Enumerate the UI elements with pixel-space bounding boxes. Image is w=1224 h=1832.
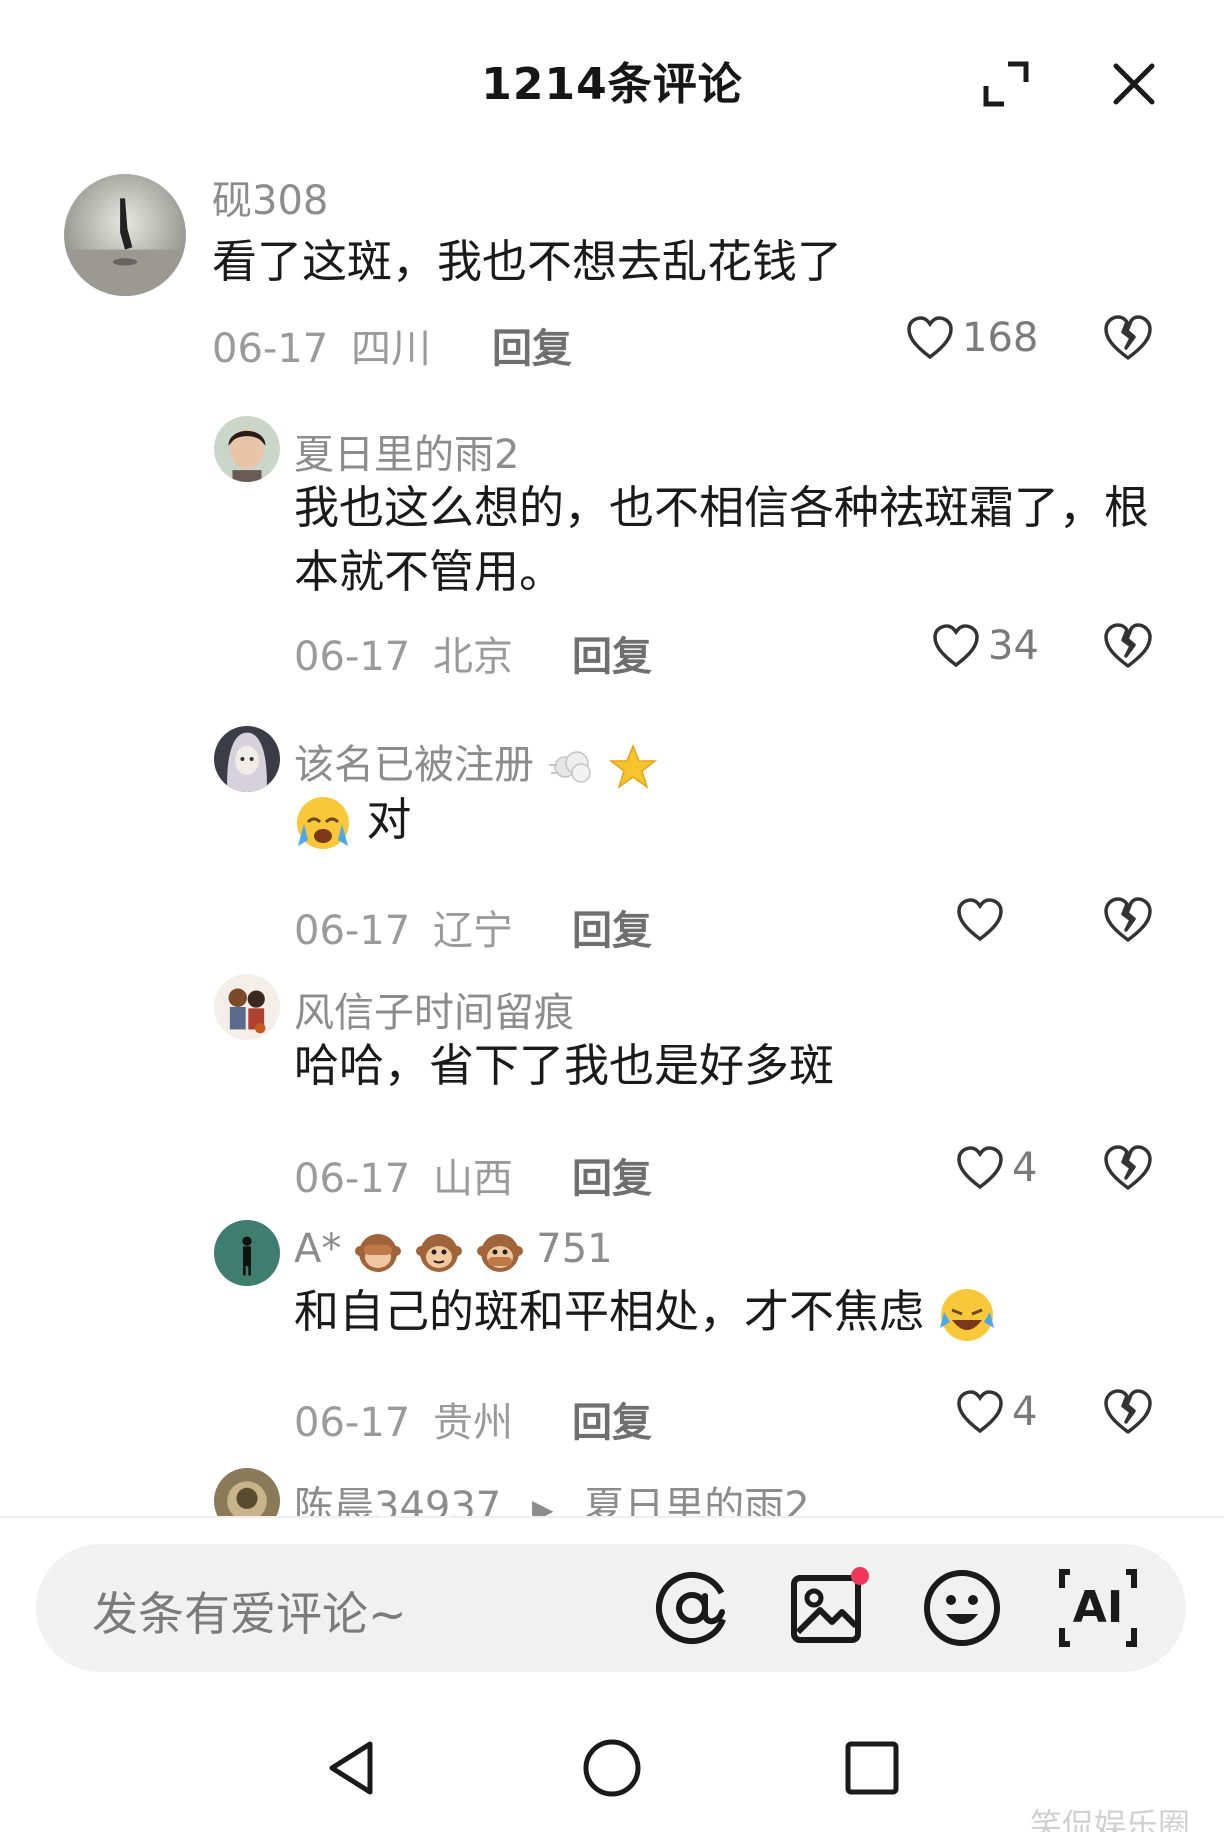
heart-icon xyxy=(907,316,953,360)
reply-arrow-icon: ▶ xyxy=(531,1492,554,1517)
like-button[interactable]: 4 xyxy=(954,1384,1037,1440)
avatar[interactable] xyxy=(64,174,186,296)
reply-button[interactable]: 回复 xyxy=(572,898,652,956)
at-icon[interactable] xyxy=(650,1566,734,1650)
comment-date: 06-17 xyxy=(212,326,329,372)
watermark: 笑侃娱乐圈 xyxy=(1030,1806,1191,1832)
username-prefix: A* xyxy=(294,1226,342,1272)
comment-username[interactable]: 陈晨34937 ▶ 夏日里的雨2 xyxy=(294,1474,810,1516)
heart-icon xyxy=(933,624,979,668)
avatar[interactable] xyxy=(214,416,280,482)
comment-location: 山西 xyxy=(432,1156,513,1202)
comment-list[interactable]: 砚308 看了这斑，我也不想去乱花钱了 06-17 四川 回复 168 夏日里的… xyxy=(0,160,1224,1516)
heart-icon xyxy=(957,898,1003,942)
speak-no-evil-monkey-icon xyxy=(476,1234,523,1272)
ai-label: AI xyxy=(1072,1582,1124,1633)
comment-date: 06-17 xyxy=(294,1156,411,1202)
reply-button[interactable]: 回复 xyxy=(572,1390,652,1448)
comment-date: 06-17 xyxy=(294,1400,411,1446)
comment-meta: 06-17 北京 xyxy=(294,624,513,682)
like-button[interactable] xyxy=(954,892,1006,948)
laughing-crying-face-icon xyxy=(940,1289,995,1341)
triangle-back-icon[interactable] xyxy=(324,1738,380,1798)
broken-heart-icon[interactable] xyxy=(1100,310,1156,366)
notification-dot xyxy=(851,1567,869,1585)
comment-text: 和自己的斑和平相处，才不焦虑 xyxy=(294,1280,1184,1344)
like-button[interactable]: 4 xyxy=(954,1140,1037,1196)
like-button[interactable]: 168 xyxy=(904,310,1038,366)
avatar[interactable] xyxy=(214,1220,280,1286)
comment-username[interactable]: 夏日里的雨2 xyxy=(294,422,519,480)
crying-face-icon xyxy=(297,797,349,849)
comment-location: 贵州 xyxy=(432,1400,513,1446)
username-suffix: 751 xyxy=(536,1226,613,1272)
expand-icon[interactable] xyxy=(978,56,1034,112)
heart-icon xyxy=(957,1146,1003,1190)
comment-text: 哈哈，省下了我也是好多斑 xyxy=(294,1039,835,1092)
reply-button[interactable]: 回复 xyxy=(572,1146,652,1204)
smiley-icon[interactable] xyxy=(920,1566,1004,1650)
comment-location: 北京 xyxy=(432,634,513,680)
avatar[interactable] xyxy=(214,726,280,792)
comment-location: 四川 xyxy=(350,326,431,372)
comment-text: 对 xyxy=(294,788,411,852)
input-placeholder: 发条有爱评论~ xyxy=(92,1587,407,1641)
reply-button[interactable]: 回复 xyxy=(492,316,572,374)
comment-text-body: 和自己的斑和平相处，才不焦虑 xyxy=(294,1285,925,1338)
like-count: 168 xyxy=(962,315,1039,361)
comments-header: 1214条评论 xyxy=(0,0,1224,160)
comment-meta: 06-17 辽宁 xyxy=(294,898,513,956)
broken-heart-icon[interactable] xyxy=(1100,1140,1156,1196)
comment-username[interactable]: 风信子时间留痕 xyxy=(294,980,574,1038)
circle-home-icon[interactable] xyxy=(580,1736,644,1800)
see-no-evil-monkey-icon xyxy=(355,1234,402,1272)
comment-username[interactable]: 该名已被注册 xyxy=(294,732,658,790)
like-count: 4 xyxy=(1012,1389,1038,1435)
broken-heart-icon[interactable] xyxy=(1100,1384,1156,1440)
comment-text: 看了这斑，我也不想去乱花钱了 xyxy=(212,235,843,288)
star-icon xyxy=(609,744,658,789)
like-button[interactable]: 34 xyxy=(930,618,1039,674)
username-text: 陈晨34937 xyxy=(294,1484,502,1516)
broken-heart-icon[interactable] xyxy=(1100,618,1156,674)
comment-date: 06-17 xyxy=(294,908,411,954)
like-count: 34 xyxy=(988,623,1039,669)
comment-date: 06-17 xyxy=(294,634,411,680)
broken-heart-icon[interactable] xyxy=(1100,892,1156,948)
comment-meta: 06-17 贵州 xyxy=(294,1390,513,1448)
comment-text: 我也这么想的，也不相信各种祛斑霜了，根本就不管用。 xyxy=(294,481,1150,598)
comment-input[interactable]: 发条有爱评论~ xyxy=(36,1544,1186,1672)
comment-username[interactable]: 砚308 xyxy=(212,168,328,226)
comment-text-body: 对 xyxy=(366,793,412,846)
like-count: 4 xyxy=(1012,1145,1038,1191)
heart-icon xyxy=(957,1390,1003,1434)
avatar[interactable] xyxy=(214,974,280,1040)
comment-meta: 06-17 四川 xyxy=(212,316,431,374)
comment-location: 辽宁 xyxy=(432,908,513,954)
comments-count-title: 1214条评论 xyxy=(481,59,743,110)
reply-button[interactable]: 回复 xyxy=(572,624,652,682)
square-recent-icon[interactable] xyxy=(842,1738,902,1798)
avatar[interactable] xyxy=(214,1468,280,1516)
image-icon[interactable] xyxy=(786,1566,870,1650)
dash-cloud-icon xyxy=(548,751,591,783)
close-icon[interactable] xyxy=(1106,56,1162,112)
username-text: 该名已被注册 xyxy=(294,742,534,788)
comment-username[interactable]: A* 751 xyxy=(294,1226,613,1275)
reply-to-username[interactable]: 夏日里的雨2 xyxy=(584,1484,809,1516)
monkey-face-icon xyxy=(415,1234,462,1272)
comment-meta: 06-17 山西 xyxy=(294,1146,513,1204)
ai-icon[interactable]: AI xyxy=(1056,1566,1140,1650)
